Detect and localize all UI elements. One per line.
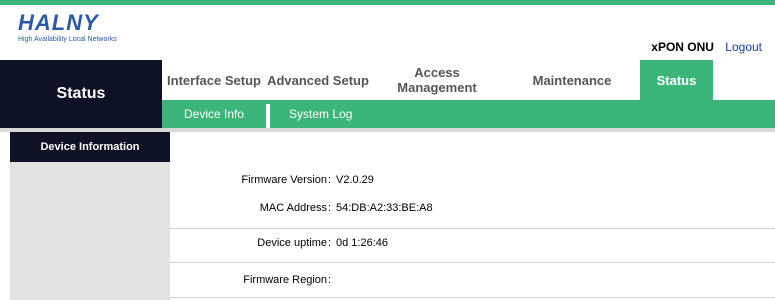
tab-advanced-setup[interactable]: Advanced Setup xyxy=(266,60,370,100)
colon: : xyxy=(328,274,332,286)
sidebar: Device Information xyxy=(10,132,170,300)
subtab-device-info[interactable]: Device Info xyxy=(184,100,244,128)
main-nav: Interface Setup Advanced Setup Access Ma… xyxy=(162,60,775,100)
uptime-value: 0d 1:26:46 xyxy=(336,237,388,249)
tab-status[interactable]: Status xyxy=(640,60,713,100)
firmware-version-value: V2.0.29 xyxy=(336,174,374,186)
subtab-system-log[interactable]: System Log xyxy=(289,100,352,128)
colon: : xyxy=(328,174,332,186)
logo-wordmark: HALNY xyxy=(18,10,99,35)
row-divider xyxy=(170,262,775,263)
colon: : xyxy=(328,202,332,214)
mac-address-value: 54:DB:A2:33:BE:A8 xyxy=(336,202,433,214)
section-title: Status xyxy=(0,60,162,128)
sub-nav: Device Info System Log xyxy=(162,100,775,128)
firmware-region-label: Firmware Region xyxy=(243,274,327,286)
brand-logo: HALNY High Availability Local Networks xyxy=(18,10,117,44)
subnav-divider xyxy=(266,104,270,128)
tab-access-management[interactable]: Access Management xyxy=(382,60,492,100)
uptime-label: Device uptime xyxy=(257,237,327,249)
tab-maintenance[interactable]: Maintenance xyxy=(512,60,632,100)
top-accent-bar xyxy=(0,0,775,5)
row-divider xyxy=(170,228,775,229)
product-name: xPON ONU xyxy=(651,40,714,54)
row-divider xyxy=(170,297,775,298)
logo-tagline: High Availability Local Networks xyxy=(18,36,117,43)
sidebar-item-device-information[interactable]: Device Information xyxy=(10,132,170,162)
colon: : xyxy=(328,237,332,249)
tab-interface-setup[interactable]: Interface Setup xyxy=(162,60,266,100)
header-right: xPON ONU Logout xyxy=(651,40,762,54)
logout-link[interactable]: Logout xyxy=(725,40,762,54)
mac-address-label: MAC Address xyxy=(259,202,327,214)
firmware-version-label: Firmware Version xyxy=(241,174,327,186)
